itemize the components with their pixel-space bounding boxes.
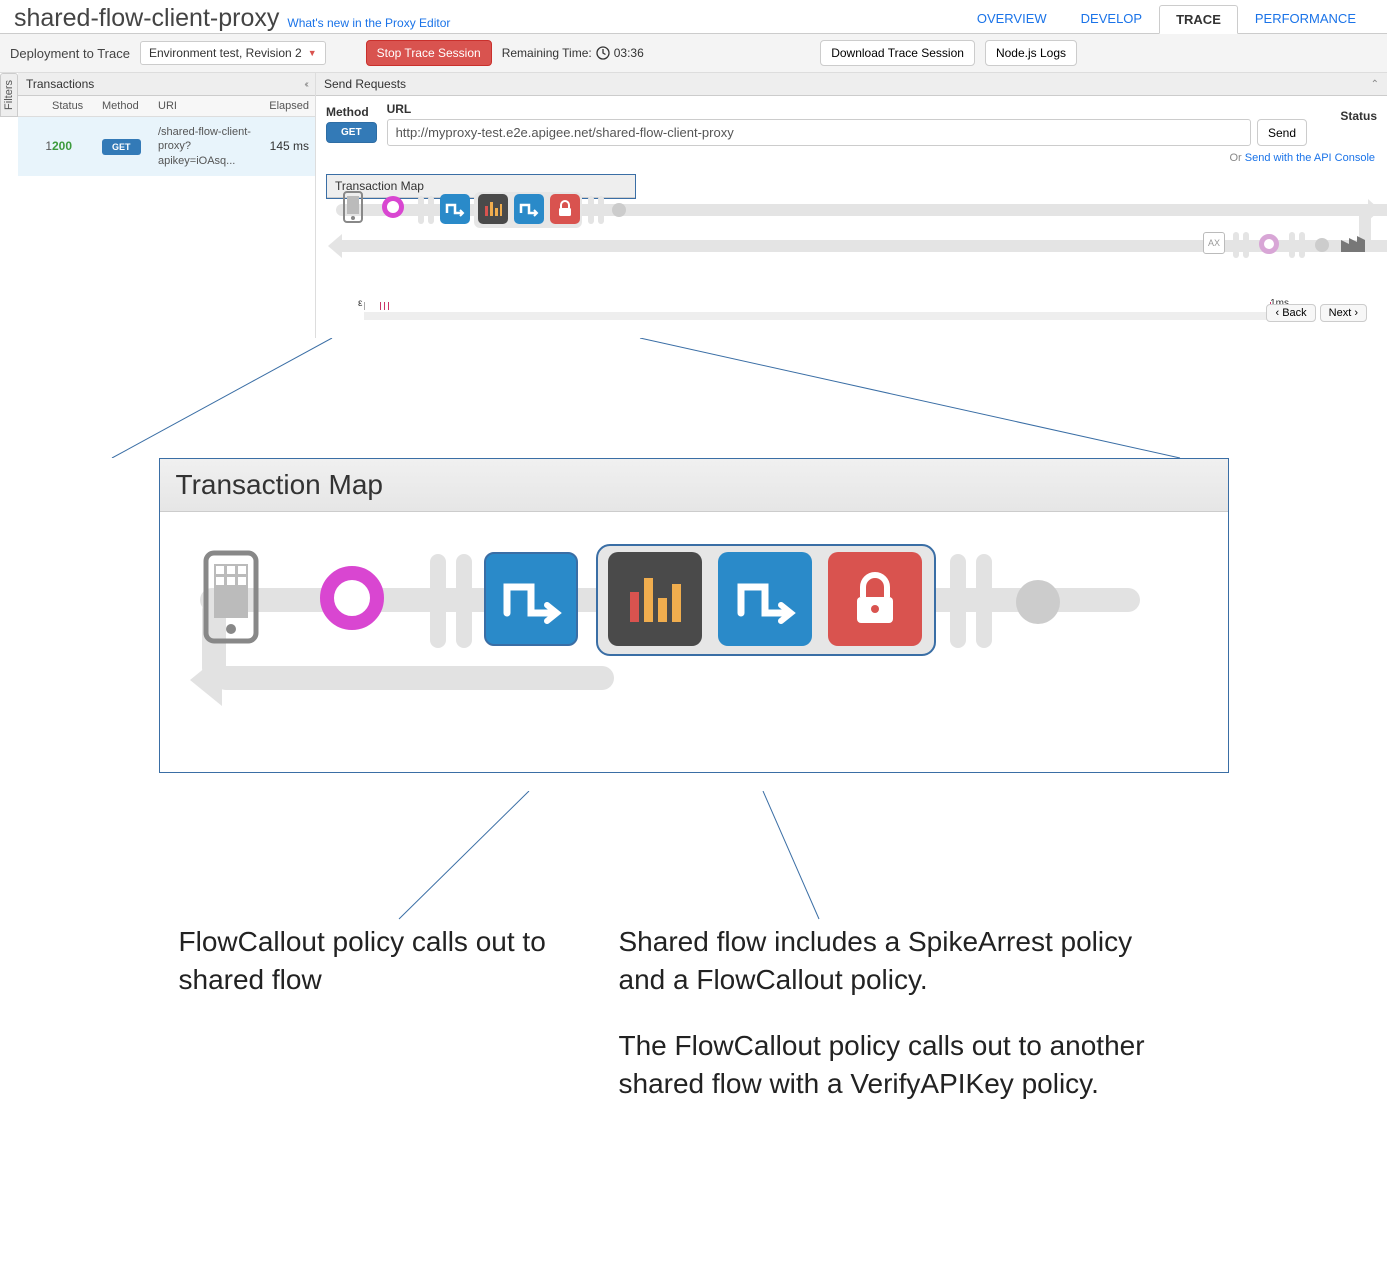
status-label: Status [1317,109,1377,123]
filters-tab[interactable]: Filters [0,73,18,117]
flowcallout-policy-icon[interactable] [440,194,470,224]
proxy-endpoint-icon[interactable] [382,196,404,218]
zoom-flowcallout2-icon [718,552,812,646]
tab-trace[interactable]: TRACE [1159,5,1238,34]
main-tabs: OVERVIEW DEVELOP TRACE PERFORMANCE [960,4,1373,33]
api-console-link[interactable]: Send with the API Console [1245,152,1375,164]
right-panel: Send Requests ⌃ Method GET URL http://my… [316,73,1387,338]
remaining-time-value: 03:36 [614,46,644,60]
verifyapikey-policy-icon[interactable] [550,194,580,224]
row-index: 1 [24,139,52,153]
transactions-header: Transactions ‹‹ [18,73,315,96]
row-method-badge: GET [102,139,141,155]
stop-trace-button[interactable]: Stop Trace Session [366,40,492,66]
transactions-table-head: Status Method URI Elapsed [18,96,315,117]
annotation-right1: Shared flow includes a SpikeArrest polic… [619,923,1179,999]
tab-develop[interactable]: DEVELOP [1064,4,1159,33]
zoom-flow [160,512,1228,772]
annotations: FlowCallout policy calls out to shared f… [159,793,1229,1113]
spikearrest-policy-icon[interactable] [478,194,508,224]
postflow2-icon[interactable] [598,196,604,224]
tab-overview[interactable]: OVERVIEW [960,4,1064,33]
backend-icon[interactable] [1339,230,1367,254]
zoom-flowcallout-icon [484,552,578,646]
proxy-name: shared-flow-client-proxy [14,4,279,33]
whats-new-link[interactable]: What's new in the Proxy Editor [287,16,450,30]
tab-performance[interactable]: PERFORMANCE [1238,4,1373,33]
row-status: 200 [52,139,102,153]
method-select[interactable]: GET [326,122,377,143]
timeline: ε 1ms ‹ Back Next › [336,298,1367,328]
page-header: shared-flow-client-proxy What's new in t… [0,0,1387,34]
remaining-label: Remaining Time: [502,46,592,60]
transactions-title: Transactions [26,77,94,91]
col-status: Status [46,96,96,116]
table-row[interactable]: 1 200 GET /shared-flow-client-proxy?apik… [18,117,315,176]
transaction-map-zoom: Transaction Map [159,458,1229,773]
trace-toolbar: Deployment to Trace Environment test, Re… [0,34,1387,73]
timeline-nav: ‹ Back Next › [1266,304,1367,322]
next-button[interactable]: Next › [1320,304,1367,322]
response-dot-icon[interactable] [1315,238,1329,252]
preflow-start-icon[interactable] [418,196,424,224]
transactions-panel: Transactions ‹‹ Status Method URI Elapse… [18,73,316,338]
zoom-dot-icon [1016,580,1060,624]
clock-icon [596,46,610,60]
zoom-pill2-icon [456,554,472,648]
preflow-start2-icon[interactable] [428,196,434,224]
zoom-proxy-endpoint-icon [320,566,384,630]
send-bar: Method GET URL http://myproxy-test.e2e.a… [316,96,1387,152]
row-uri: /shared-flow-client-proxy?apikey=iOAsq..… [158,125,255,168]
timeline-start: ε [358,298,362,309]
url-label: URL [387,102,1307,116]
url-input[interactable]: http://myproxy-test.e2e.apigee.net/share… [387,119,1251,146]
send-requests-header: Send Requests ⌃ [316,73,1387,96]
zoom-title: Transaction Map [160,459,1228,512]
nodejs-logs-button[interactable]: Node.js Logs [985,40,1077,66]
response-pill4-icon[interactable] [1299,232,1305,258]
row-elapsed: 145 ms [255,139,309,153]
revision-select[interactable]: Environment test, Revision 2 ▼ [140,41,326,65]
analytics-icon[interactable]: AX [1203,232,1225,254]
annotation-right2: The FlowCallout policy calls out to anot… [619,1027,1179,1103]
remaining-time: Remaining Time: 03:36 [502,46,644,60]
zoom-pill3-icon [950,554,966,648]
response-pill2-icon[interactable] [1243,232,1249,258]
col-method: Method [96,96,152,116]
collapse-left-icon[interactable]: ‹‹ [304,79,307,90]
annotation-lines [159,791,1229,931]
zoom-spikearrest-icon [608,552,702,646]
flow-diagram: AX [326,176,1377,296]
col-uri: URI [152,96,261,116]
flowcallout2-policy-icon[interactable] [514,194,544,224]
revision-select-value: Environment test, Revision 2 [149,46,302,60]
target-endpoint-icon[interactable] [1259,234,1279,254]
col-elapsed: Elapsed [261,96,315,116]
transaction-map-small: AX ε 1ms [326,176,1377,328]
collapse-up-icon[interactable]: ⌃ [1371,79,1379,90]
annotation-left: FlowCallout policy calls out to shared f… [179,923,559,999]
deployment-label: Deployment to Trace [10,46,130,61]
main-content: Filters Transactions ‹‹ Status Method UR… [0,73,1387,338]
zoom-verifyapikey-icon [828,552,922,646]
zoom-pill4-icon [976,554,992,648]
zoom-client-icon [200,550,262,644]
or-text: Or [1229,152,1244,164]
postflow-icon[interactable] [588,196,594,224]
api-console-row: Or Send with the API Console [316,152,1387,170]
send-title: Send Requests [324,77,406,91]
chevron-down-icon: ▼ [308,48,317,58]
download-trace-button[interactable]: Download Trace Session [820,40,975,66]
client-icon[interactable] [338,192,368,222]
zoom-pill1-icon [430,554,446,648]
method-label: Method [326,105,369,119]
back-button[interactable]: ‹ Back [1266,304,1315,322]
timeline-bar[interactable] [364,312,1281,320]
response-pill1-icon[interactable] [1233,232,1239,258]
flow-dot-icon[interactable] [612,203,626,217]
send-button[interactable]: Send [1257,119,1307,146]
response-pill3-icon[interactable] [1289,232,1295,258]
zoom-connectors [0,338,1387,458]
